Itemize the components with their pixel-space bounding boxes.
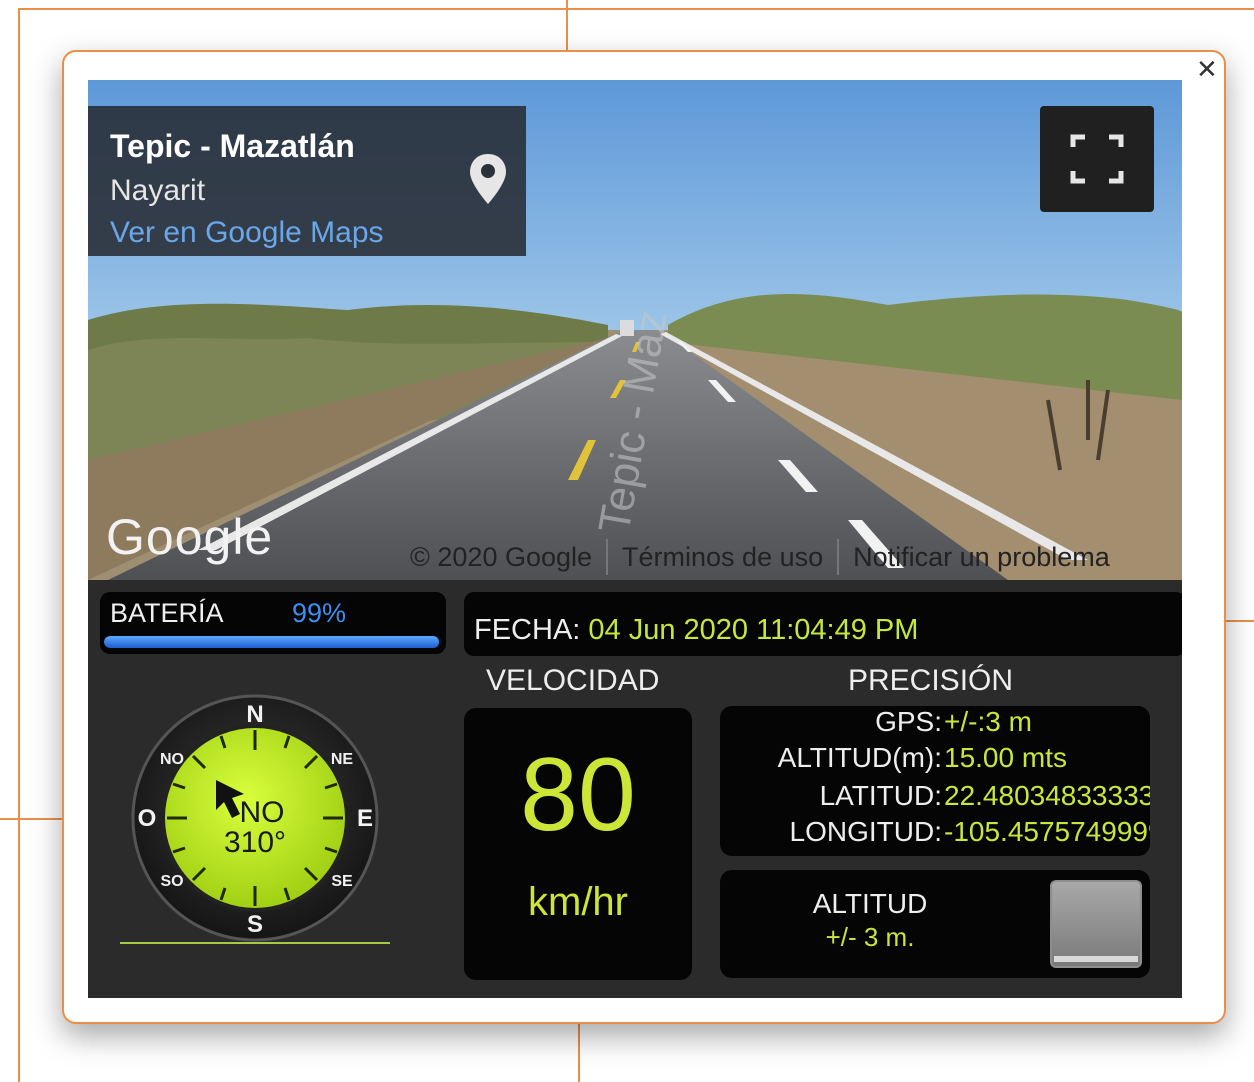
compass-nw-label: NO bbox=[160, 751, 184, 768]
compass-south-label: S bbox=[247, 911, 263, 938]
speed-display: 80 km/hr bbox=[464, 708, 692, 980]
battery-bar-fill bbox=[104, 636, 439, 648]
speed-unit: km/hr bbox=[528, 880, 628, 924]
location-region: Nayarit bbox=[110, 174, 206, 207]
terms-of-use-link[interactable]: Términos de uso bbox=[608, 542, 837, 573]
tracker-panel: Tepic - Maz Tepic - Mazatlán Nayarit Ver… bbox=[88, 80, 1182, 998]
callout-line bbox=[18, 8, 1254, 10]
compass-sw-label: SO bbox=[160, 873, 183, 890]
date-label: FECHA: bbox=[474, 614, 581, 646]
compass-direction: NO bbox=[240, 796, 285, 829]
precision-panel: GPS: +/-:3 m ALTITUD(m): 15.00 mts LATIT… bbox=[720, 706, 1150, 856]
altitude-indicator bbox=[1050, 880, 1142, 968]
location-title: Tepic - Mazatlán bbox=[110, 128, 355, 164]
view-in-google-maps-link[interactable]: Ver en Google Maps bbox=[110, 216, 384, 250]
compass-west-label: O bbox=[138, 805, 157, 832]
fullscreen-icon bbox=[1070, 134, 1124, 184]
altitude-panel: ALTITUD +/- 3 m. bbox=[720, 870, 1150, 978]
altitude-label: ALTITUD(m): bbox=[777, 742, 942, 773]
altitude-accuracy: +/- 3 m. bbox=[825, 922, 915, 952]
date-display: FECHA: 04 Jun 2020 11:04:49 PM bbox=[464, 592, 1182, 656]
fullscreen-button[interactable] bbox=[1040, 106, 1154, 212]
compass-north-label: N bbox=[246, 701, 263, 728]
precision-header: PRECISIÓN bbox=[848, 664, 1014, 697]
close-icon[interactable]: ✕ bbox=[1196, 54, 1218, 85]
compass-east-label: E bbox=[357, 805, 373, 832]
latitude-value: 22.48034833333 bbox=[944, 780, 1150, 811]
speed-value: 80 bbox=[520, 737, 636, 853]
compass-degrees: 310° bbox=[224, 826, 286, 859]
altitude-title: ALTITUD bbox=[812, 888, 928, 919]
report-problem-link[interactable]: Notificar un problema bbox=[839, 542, 1124, 573]
callout-line bbox=[18, 8, 20, 1082]
copyright-text: © 2020 Google bbox=[410, 541, 593, 572]
gps-label: GPS: bbox=[875, 706, 942, 737]
battery-bar bbox=[104, 636, 442, 648]
compass-ne-label: NE bbox=[331, 751, 354, 768]
longitude-label: LONGITUD: bbox=[789, 816, 942, 847]
latitude-label: LATITUD: bbox=[819, 780, 942, 811]
map-pin-icon[interactable] bbox=[466, 152, 510, 206]
battery-value: 99% bbox=[292, 598, 347, 628]
battery-label: BATERÍA bbox=[110, 598, 224, 628]
date-value: 04 Jun 2020 11:04:49 PM bbox=[588, 614, 919, 646]
gps-value: +/-:3 m bbox=[944, 706, 1032, 737]
compass-icon: N S E O NE NO SE SO NO 310° bbox=[131, 694, 379, 942]
google-logo: Google bbox=[106, 509, 274, 565]
speed-header: VELOCIDAD bbox=[486, 664, 660, 697]
compass-underline bbox=[120, 942, 390, 944]
longitude-value: -105.45757499999 bbox=[944, 816, 1150, 847]
location-info-box: Tepic - Mazatlán Nayarit Ver en Google M… bbox=[88, 106, 526, 256]
altitude-value: 15.00 mts bbox=[944, 742, 1067, 773]
street-view-attribution: © 2020 Google Términos de uso Notificar … bbox=[396, 536, 1182, 578]
battery-indicator: BATERÍA 99% bbox=[100, 592, 446, 654]
compass-se-label: SE bbox=[331, 873, 353, 890]
